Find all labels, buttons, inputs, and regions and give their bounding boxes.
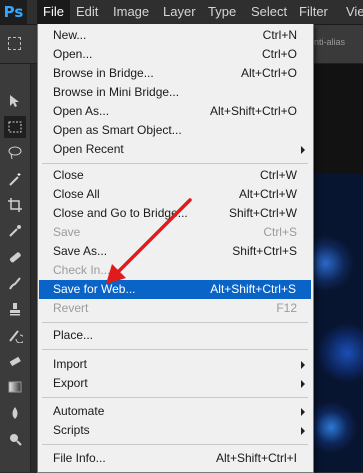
menu-layer[interactable]: Layer bbox=[157, 0, 202, 24]
submenu-arrow-icon bbox=[301, 361, 305, 369]
menu-separator bbox=[42, 397, 308, 398]
photoshop-logo: Ps bbox=[0, 0, 27, 24]
menu-item-save-as[interactable]: Save As... Shift+Ctrl+S bbox=[38, 242, 313, 261]
menu-edit[interactable]: Edit bbox=[70, 0, 104, 24]
dodge-icon[interactable] bbox=[4, 428, 26, 450]
menu-separator bbox=[42, 163, 308, 164]
menu-item-automate[interactable]: Automate bbox=[38, 402, 313, 421]
menu-item-scripts[interactable]: Scripts bbox=[38, 421, 313, 440]
menu-item-place[interactable]: Place... bbox=[38, 326, 313, 345]
move-tool-icon[interactable] bbox=[4, 90, 26, 112]
menu-type[interactable]: Type bbox=[202, 0, 242, 24]
menu-image[interactable]: Image bbox=[107, 0, 155, 24]
rectangular-marquee-icon[interactable] bbox=[4, 116, 26, 138]
menu-item-browse-in-bridge[interactable]: Browse in Bridge... Alt+Ctrl+O bbox=[38, 64, 313, 83]
tools-panel bbox=[0, 64, 31, 472]
clone-stamp-icon[interactable] bbox=[4, 298, 26, 320]
menu-item-import[interactable]: Import bbox=[38, 355, 313, 374]
menu-item-check-in: Check In... bbox=[53, 263, 111, 277]
menu-select[interactable]: Select bbox=[245, 0, 293, 24]
menu-filter[interactable]: Filter bbox=[293, 0, 334, 24]
history-brush-icon[interactable] bbox=[4, 324, 26, 346]
menu-item-close[interactable]: Close Ctrl+W bbox=[38, 166, 313, 185]
menu-separator bbox=[42, 444, 308, 445]
submenu-arrow-icon bbox=[301, 427, 305, 435]
menu-separator bbox=[42, 349, 308, 350]
file-menu-dropdown: New... Ctrl+N Open... Ctrl+O Browse in Bri… bbox=[37, 24, 314, 473]
canvas-image bbox=[310, 174, 363, 472]
menu-separator bbox=[42, 322, 308, 323]
blur-icon[interactable] bbox=[4, 402, 26, 424]
menu-item-browse-in-mini-bridge[interactable]: Browse in Mini Bridge... bbox=[38, 83, 313, 102]
marquee-option-icon[interactable] bbox=[8, 37, 21, 50]
menu-bar: Ps File Edit Image Layer Type Select Fil… bbox=[0, 0, 363, 25]
menu-item-export[interactable]: Export bbox=[38, 374, 313, 393]
healing-brush-icon[interactable] bbox=[4, 246, 26, 268]
brush-icon[interactable] bbox=[4, 272, 26, 294]
menu-file[interactable]: File bbox=[37, 0, 70, 24]
submenu-arrow-icon bbox=[301, 146, 305, 154]
submenu-arrow-icon bbox=[301, 380, 305, 388]
document-canvas[interactable] bbox=[310, 64, 363, 472]
menu-item-open-as[interactable]: Open As... Alt+Shift+Ctrl+O bbox=[38, 102, 313, 121]
lasso-icon[interactable] bbox=[4, 142, 26, 164]
menu-view[interactable]: View bbox=[340, 0, 363, 24]
menu-item-file-info[interactable]: File Info... Alt+Shift+Ctrl+I bbox=[38, 449, 313, 468]
menu-item-close-all[interactable]: Close All Alt+Ctrl+W bbox=[38, 185, 313, 204]
submenu-arrow-icon bbox=[301, 408, 305, 416]
anti-alias-label: nti-alias bbox=[314, 37, 346, 47]
menu-item-revert: Revert F12 bbox=[53, 301, 297, 315]
menu-item-open-recent[interactable]: Open Recent bbox=[38, 140, 313, 159]
menu-item-open[interactable]: Open... Ctrl+O bbox=[38, 45, 313, 64]
menu-item-save: Save Ctrl+S bbox=[53, 225, 297, 239]
eraser-icon[interactable] bbox=[4, 350, 26, 372]
magic-wand-icon[interactable] bbox=[4, 168, 26, 190]
crop-icon[interactable] bbox=[4, 194, 26, 216]
menu-item-new[interactable]: New... Ctrl+N bbox=[38, 26, 313, 45]
menu-item-close-and-go-to-bridge[interactable]: Close and Go to Bridge... Shift+Ctrl+W bbox=[38, 204, 313, 223]
gradient-icon[interactable] bbox=[4, 376, 26, 398]
menu-item-open-as-smart-object[interactable]: Open as Smart Object... bbox=[38, 121, 313, 140]
eyedropper-icon[interactable] bbox=[4, 220, 26, 242]
menu-item-save-for-web[interactable]: Save for Web... Alt+Shift+Ctrl+S bbox=[39, 280, 311, 299]
